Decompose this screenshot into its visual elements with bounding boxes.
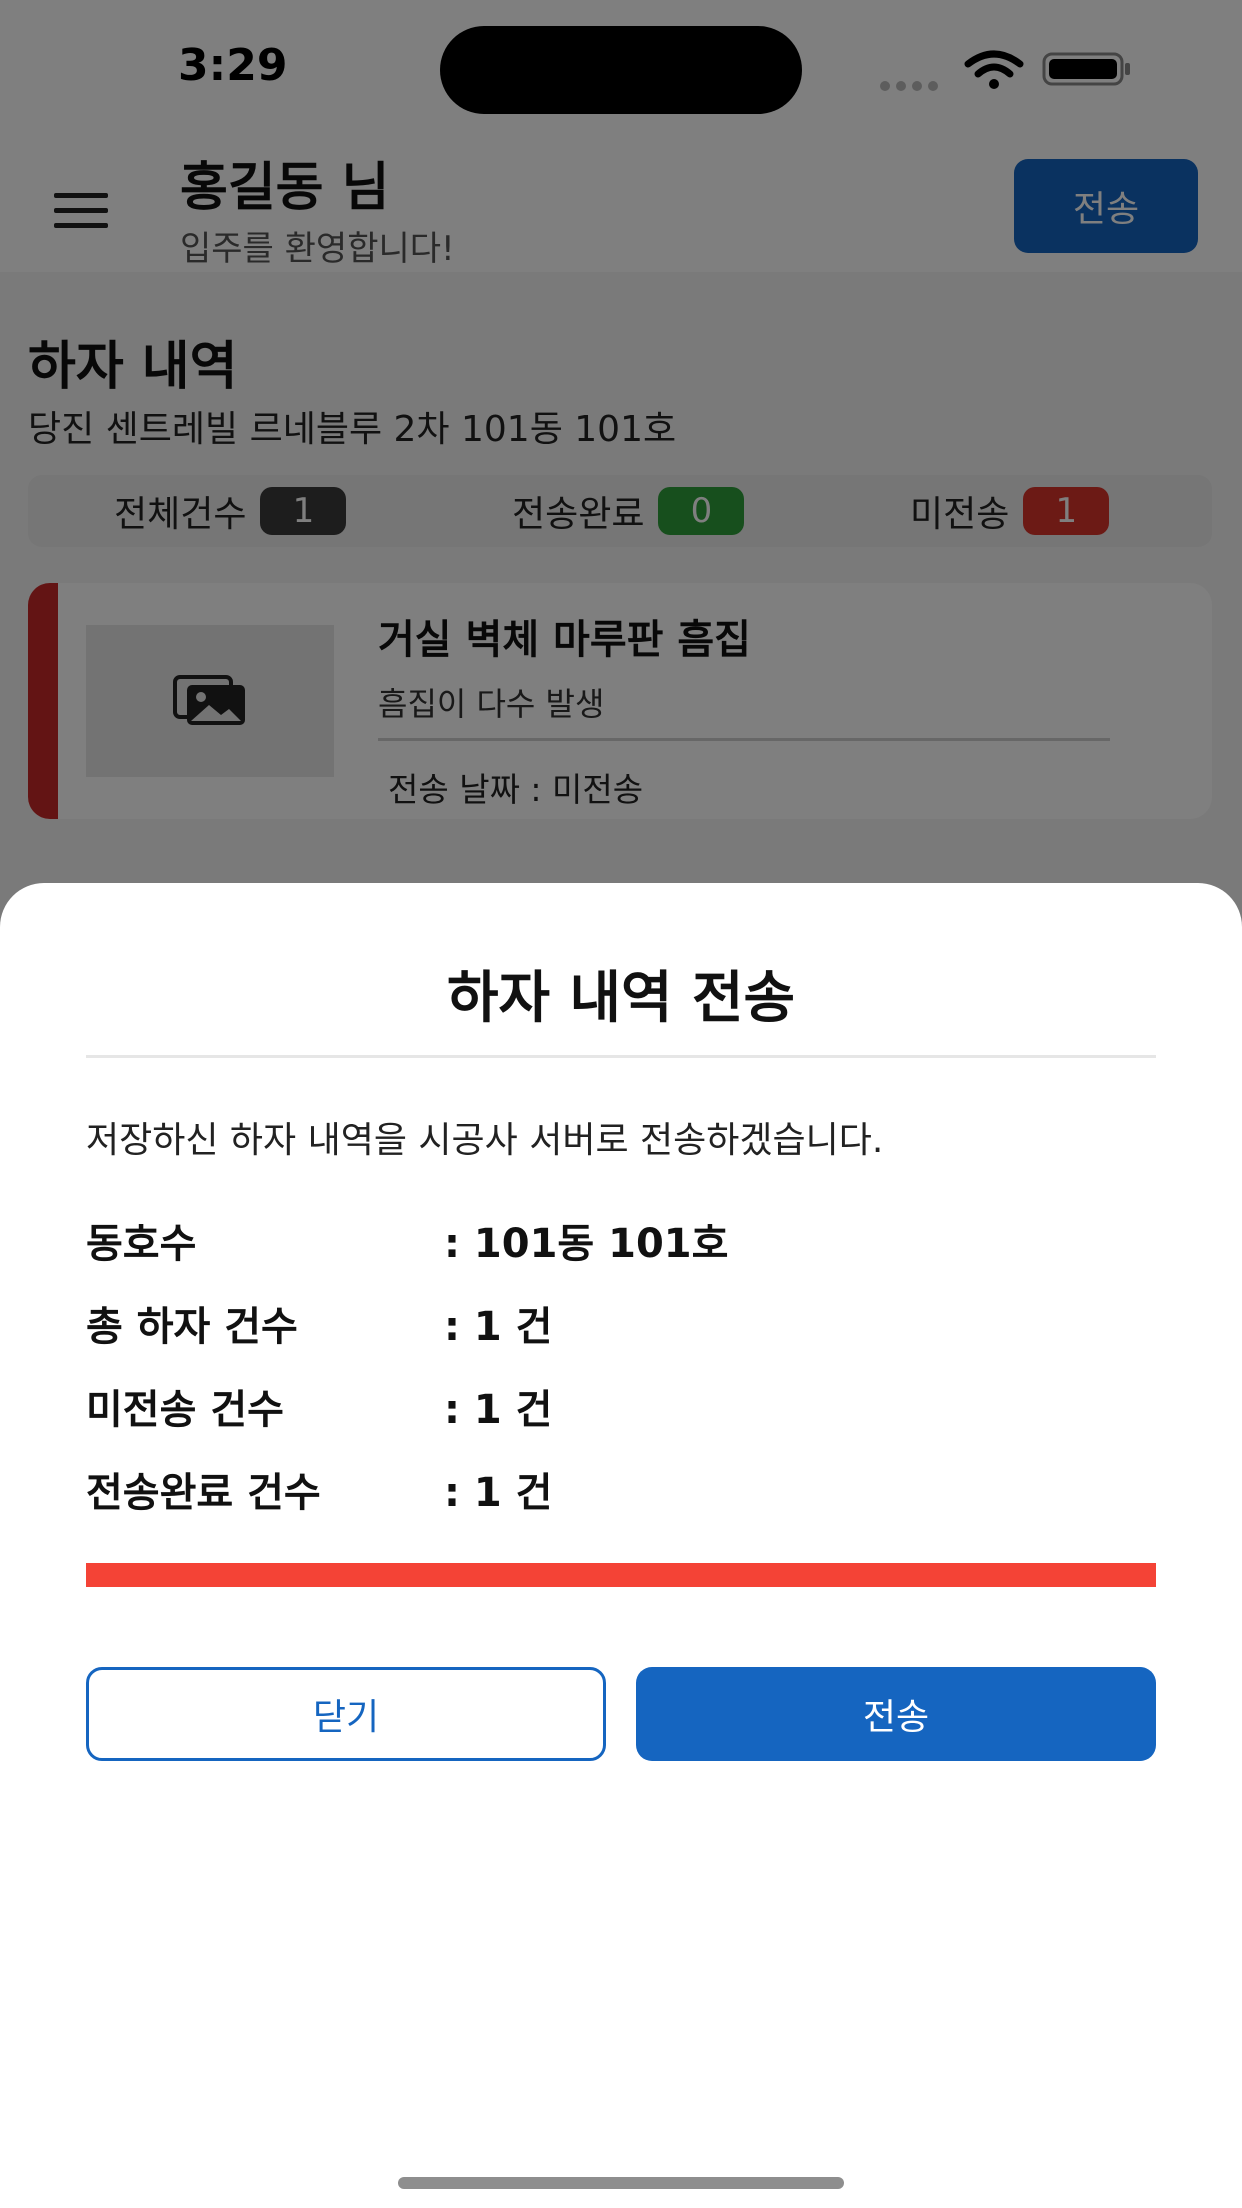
sheet-title: 하자 내역 전송 <box>446 966 796 1031</box>
info-value: : 1 건 <box>444 1304 553 1350</box>
send-bottom-sheet: 하자 내역 전송 저장하신 하자 내역을 시공사 서버로 전송하겠습니다. 동호… <box>0 883 1242 2208</box>
info-value: : 101동 101호 <box>444 1221 729 1267</box>
info-label: 총 하자 건수 <box>86 1304 298 1350</box>
close-button[interactable]: 닫기 <box>86 1667 606 1761</box>
sheet-divider <box>86 1055 1156 1058</box>
alert-bar <box>86 1563 1156 1587</box>
info-value: : 1 건 <box>444 1387 553 1433</box>
send-button[interactable]: 전송 <box>636 1667 1156 1761</box>
info-value: : 1 건 <box>444 1470 553 1516</box>
sheet-message: 저장하신 하자 내역을 시공사 서버로 전송하겠습니다. <box>86 1120 884 1161</box>
home-indicator <box>398 2177 844 2189</box>
info-label: 전송완료 건수 <box>86 1470 321 1516</box>
info-label: 미전송 건수 <box>86 1387 284 1433</box>
info-label: 동호수 <box>86 1221 197 1267</box>
